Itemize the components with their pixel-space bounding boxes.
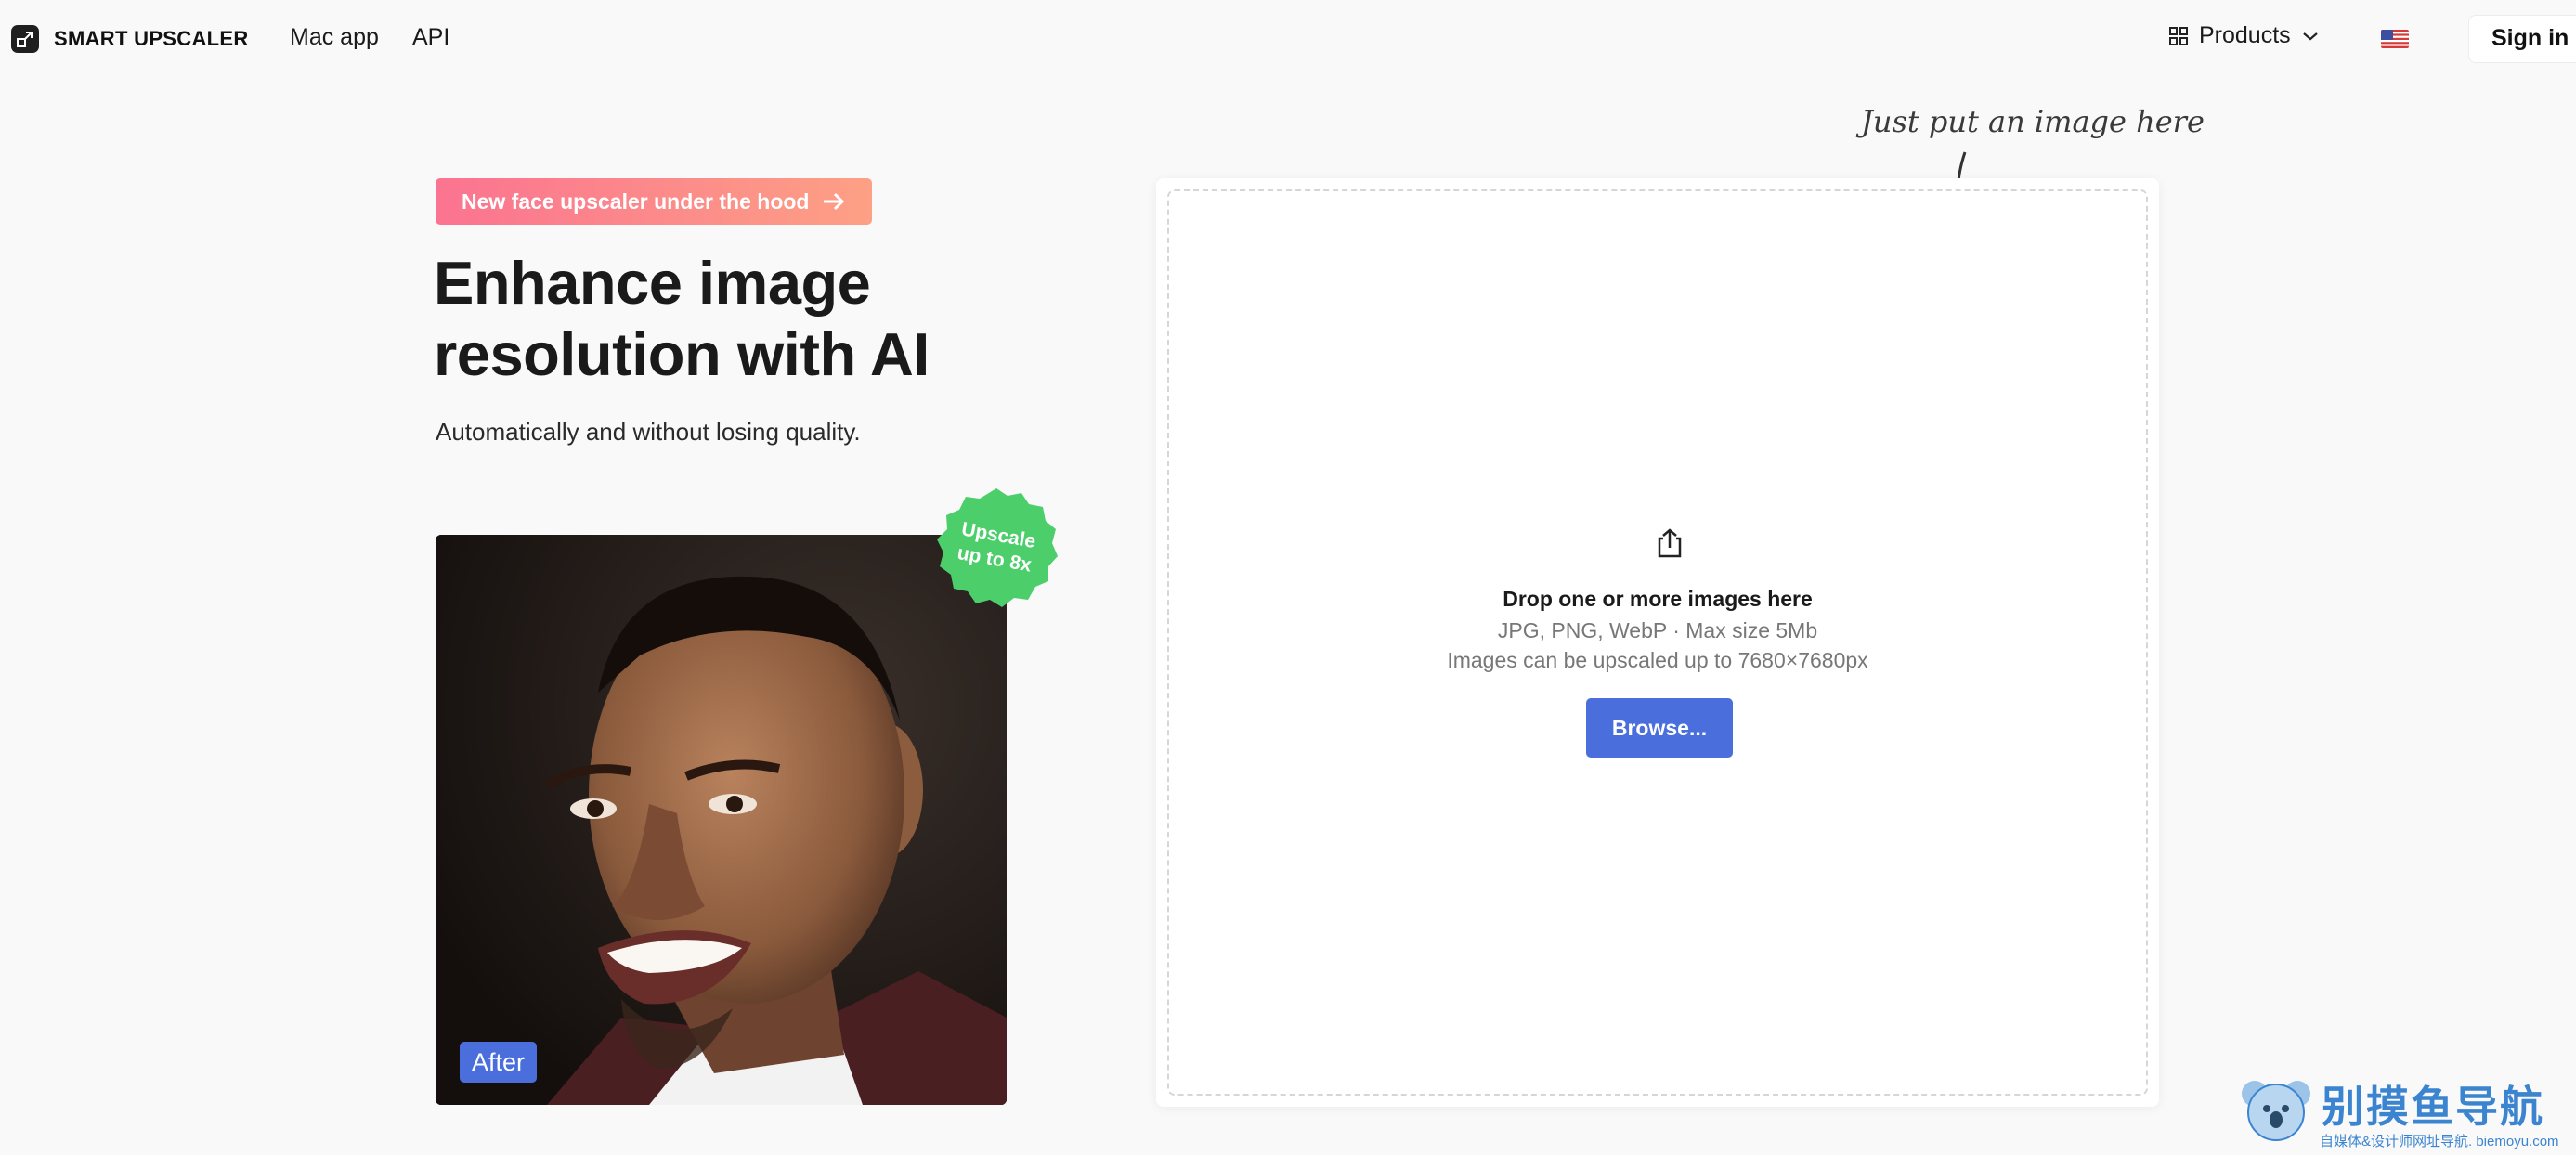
upscale-badge: Upscale up to 8x xyxy=(933,485,1060,611)
koala-logo-icon xyxy=(2242,1081,2310,1141)
nav-mac-app[interactable]: Mac app xyxy=(290,24,379,51)
brand-logo[interactable]: SMART UPSCALER xyxy=(11,25,249,53)
page-title: Enhance image resolution with AI xyxy=(434,247,1009,390)
subheadline: Automatically and without losing quality… xyxy=(436,418,861,446)
products-menu[interactable]: Products xyxy=(2169,22,2319,49)
upload-icon xyxy=(1658,528,1682,558)
headline-line-2: resolution with AI xyxy=(434,320,930,388)
arrow-right-icon xyxy=(824,192,845,211)
logo-icon xyxy=(11,25,39,53)
watermark-subtitle: 自媒体&设计师网址导航. biemoyu.com xyxy=(2320,1134,2559,1149)
after-label: After xyxy=(460,1042,538,1083)
page: SMART UPSCALER Mac app API Products Sign… xyxy=(0,0,2576,1155)
us-flag-icon[interactable] xyxy=(2381,30,2409,48)
browse-button[interactable]: Browse... xyxy=(1586,698,1733,758)
resolution-limit: Images can be upscaled up to 7680×7680px xyxy=(1447,648,1868,672)
upload-hint: Just put an image here xyxy=(1861,104,2205,139)
dropzone[interactable]: Drop one or more images here JPG, PNG, W… xyxy=(1167,189,2148,1096)
drop-title: Drop one or more images here xyxy=(1503,587,1813,611)
headline-line-1: Enhance image xyxy=(434,249,871,317)
products-label: Products xyxy=(2199,22,2291,48)
supported-formats: JPG, PNG, WebP · Max size 5Mb xyxy=(1497,618,1818,642)
chevron-down-icon xyxy=(2302,32,2318,40)
grid-icon xyxy=(2169,26,2188,45)
sign-in-button[interactable]: Sign in xyxy=(2468,15,2576,63)
top-nav: SMART UPSCALER Mac app API Products Sign… xyxy=(0,0,2576,78)
watermark-title: 别摸鱼导航 xyxy=(2322,1083,2544,1131)
site-watermark: 别摸鱼导航 自媒体&设计师网址导航. biemoyu.com xyxy=(2240,1073,2574,1153)
nav-api[interactable]: API xyxy=(412,24,449,51)
announcement-pill[interactable]: New face upscaler under the hood xyxy=(436,178,872,225)
portrait-image xyxy=(436,535,1007,1105)
upload-card: Drop one or more images here JPG, PNG, W… xyxy=(1156,178,2159,1107)
announcement-text: New face upscaler under the hood xyxy=(462,188,810,214)
example-photo: After xyxy=(436,535,1007,1105)
brand-name: SMART UPSCALER xyxy=(54,27,249,50)
